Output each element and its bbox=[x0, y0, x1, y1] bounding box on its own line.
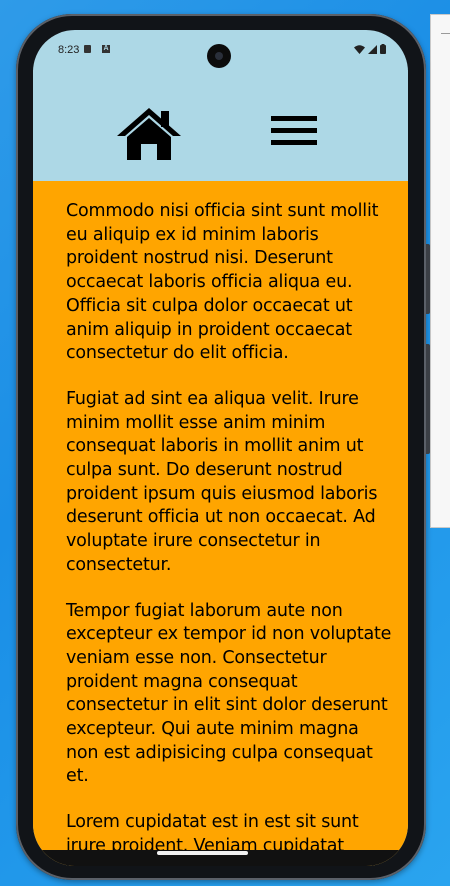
signal-icon bbox=[368, 44, 377, 54]
content-scroll-area[interactable]: Commodo nisi officia sint sunt mollit eu… bbox=[33, 181, 408, 866]
sd-card-icon bbox=[84, 45, 91, 53]
battery-icon bbox=[380, 44, 386, 54]
hamburger-menu-icon-line bbox=[271, 140, 317, 145]
gesture-handle[interactable] bbox=[157, 851, 248, 855]
wifi-icon bbox=[354, 44, 365, 54]
app-header bbox=[33, 70, 408, 181]
power-button bbox=[426, 344, 430, 454]
paragraph: Commodo nisi officia sint sunt mollit eu… bbox=[66, 201, 379, 364]
menu-button[interactable] bbox=[271, 116, 319, 152]
status-icons bbox=[354, 44, 386, 54]
home-icon bbox=[117, 108, 181, 160]
status-bar: 8:23 A bbox=[33, 30, 408, 70]
home-button[interactable] bbox=[115, 106, 183, 162]
paragraph: Fugiat ad sint ea aliqua velit. Irure mi… bbox=[66, 388, 378, 575]
front-camera bbox=[207, 44, 231, 68]
volume-button bbox=[426, 244, 430, 314]
status-time: 8:23 bbox=[58, 44, 80, 56]
phone-frame: 8:23 A Commodo nisi officia sint sunt mo… bbox=[16, 14, 430, 880]
background-window bbox=[430, 14, 450, 528]
phone-screen: 8:23 A Commodo nisi officia sint sunt mo… bbox=[33, 30, 408, 866]
hamburger-menu-icon-line bbox=[271, 128, 317, 133]
a-icon: A bbox=[102, 45, 110, 53]
paragraph: Tempor fugiat laborum aute non excepteur… bbox=[66, 600, 392, 787]
hamburger-menu-icon bbox=[271, 116, 317, 121]
window-minimize-icon[interactable] bbox=[441, 33, 450, 34]
